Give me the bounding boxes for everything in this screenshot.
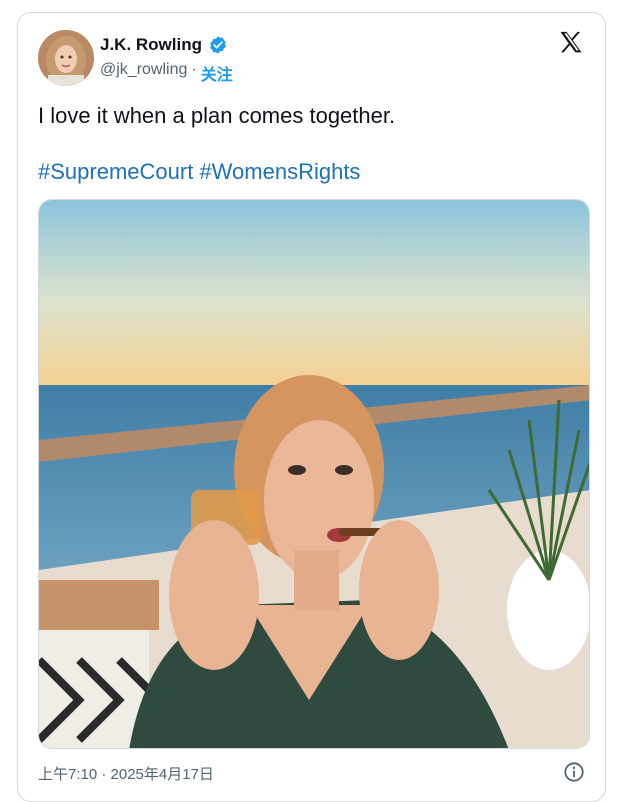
hashtag-womensrights[interactable]: #WomensRights (199, 159, 360, 184)
author-name-row: J.K. Rowling (100, 35, 228, 55)
separator-dot: · (191, 61, 197, 78)
author-avatar[interactable] (38, 30, 94, 86)
tweet-timestamp[interactable]: 上午7:10 · 2025年4月17日 (38, 763, 214, 784)
verified-badge-icon (210, 36, 226, 54)
tweet-photo[interactable] (38, 199, 590, 749)
avatar-image (38, 30, 94, 86)
tweet-card[interactable]: J.K. Rowling @jk_rowling · 关注 I love it … (17, 12, 606, 802)
hashtag-row: #SupremeCourt #WomensRights (38, 157, 360, 187)
info-icon[interactable] (563, 761, 585, 783)
x-logo-icon[interactable] (557, 29, 585, 57)
author-display-name[interactable]: J.K. Rowling (100, 35, 202, 55)
photo-image (39, 200, 589, 748)
follow-button[interactable]: 关注 (201, 61, 233, 85)
tweet-text: I love it when a plan comes together. (38, 103, 396, 128)
author-handle[interactable]: @jk_rowling (100, 61, 187, 85)
hashtag-supremecourt[interactable]: #SupremeCourt (38, 159, 193, 184)
author-handle-row: @jk_rowling · 关注 (100, 61, 233, 85)
